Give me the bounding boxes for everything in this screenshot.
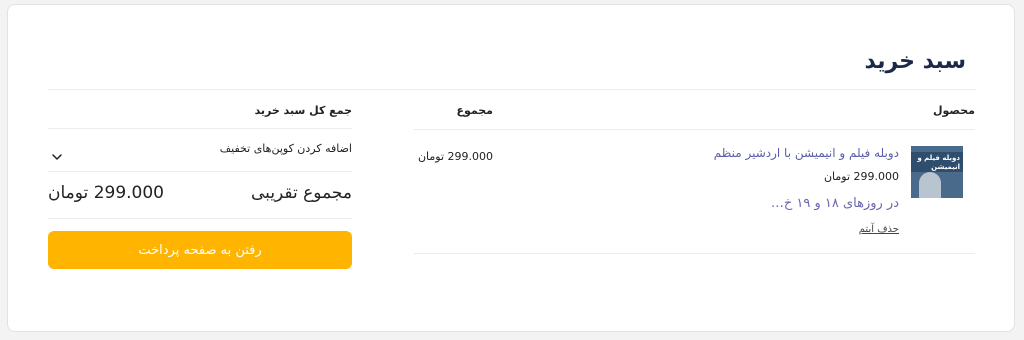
product-price: 299.000 تومان — [823, 170, 899, 183]
product-name-link[interactable]: دوبله فیلم و انیمیشن با اردشیر منظم — [714, 146, 899, 160]
product-thumbnail[interactable]: دوبله فیلم و انیمیشن — [911, 146, 963, 198]
coupon-toggle[interactable]: اضافه کردن کوپن‌های تخفیف — [48, 129, 352, 171]
divider — [48, 218, 352, 219]
divider — [414, 129, 975, 130]
checkout-button[interactable]: رفتن به صفحه پرداخت — [48, 231, 352, 269]
product-note: در روزهای ۱۸ و ۱۹ خ… — [770, 196, 899, 211]
divider — [414, 253, 975, 254]
column-header-product: محصول — [932, 104, 975, 117]
thumbnail-text: انیمیشن — [931, 163, 960, 171]
page-title: سبد خرید — [864, 49, 967, 74]
divider — [48, 171, 352, 172]
thumbnail-text: دوبله فیلم و — [917, 154, 960, 162]
line-total: 299.000 تومان — [417, 150, 493, 163]
divider — [48, 89, 976, 90]
chevron-down-icon — [52, 145, 62, 164]
remove-item-link[interactable]: حذف آیتم — [859, 224, 899, 235]
subtotal-value: 299.000 تومان — [48, 183, 164, 203]
subtotal-label: مجموع تقریبی — [251, 183, 352, 203]
column-header-total: مجموع — [456, 104, 493, 117]
summary-heading: جمع کل سبد خرید — [254, 104, 352, 117]
coupon-label: اضافه کردن کوپن‌های تخفیف — [219, 142, 352, 155]
